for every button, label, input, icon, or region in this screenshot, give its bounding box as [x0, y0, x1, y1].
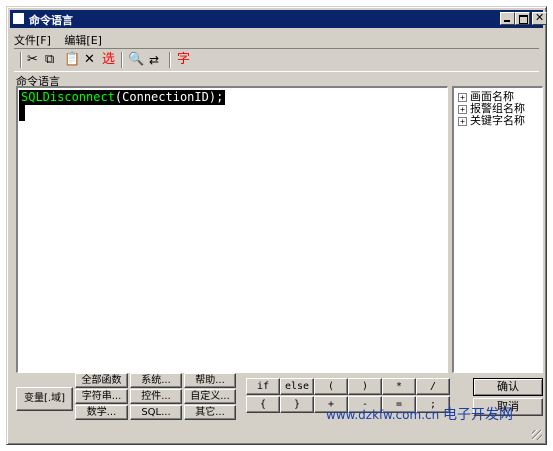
string-button[interactable]: 字符串... [75, 389, 128, 404]
code-line[interactable]: SQLDisconnect(ConnectionID); [19, 90, 226, 105]
close-icon: ✕ [535, 11, 545, 24]
custom-button[interactable]: 自定义... [184, 389, 236, 404]
toolbar-separator [169, 52, 171, 68]
sql-button[interactable]: SQL... [130, 405, 182, 420]
open-brace-button[interactable]: { [246, 396, 280, 413]
variable-button[interactable]: 变量[.域] [16, 387, 73, 411]
text-cursor [19, 105, 25, 121]
divide-button[interactable]: / [416, 378, 450, 395]
select-icon[interactable]: 选 [102, 53, 115, 67]
toolbar-separator [121, 52, 123, 68]
expand-icon[interactable]: + [458, 92, 467, 102]
expand-icon[interactable]: + [458, 116, 467, 126]
font-icon[interactable]: 字 [177, 53, 190, 67]
code-editor[interactable]: SQLDisconnect(ConnectionID); [16, 86, 448, 373]
copy-icon[interactable]: ⧉ [45, 53, 54, 67]
watermark: www.dzkfw.com.cn 电子开发网 [326, 404, 513, 424]
if-button[interactable]: if [246, 378, 280, 395]
menu-file[interactable]: 文件[F] [14, 34, 51, 47]
code-args: (ConnectionID); [114, 90, 224, 104]
menu-edit[interactable]: 编辑[E] [64, 34, 102, 47]
expand-icon[interactable]: + [458, 104, 467, 114]
toolbar: ✂ ⧉ 📋 ✕ 选 🔍 ⇄ 字 [14, 48, 539, 72]
system-button[interactable]: 系统... [130, 373, 182, 388]
name-tree[interactable]: + 画面名称 + 报警组名称 + 关键字名称 [452, 86, 543, 373]
open-paren-button[interactable]: ( [314, 378, 348, 395]
code-keyword: SQLDisconnect [21, 90, 115, 104]
resize-grip-icon[interactable] [532, 430, 542, 440]
toolbar-separator [20, 52, 22, 68]
tree-item-keyword-names[interactable]: + 关键字名称 [458, 115, 525, 127]
paste-icon[interactable]: 📋 [64, 53, 80, 67]
cut-icon[interactable]: ✂ [27, 53, 38, 67]
control-button[interactable]: 控件... [130, 389, 182, 404]
watermark-url: www.dzkfw.com.cn [326, 408, 440, 422]
window-icon [13, 13, 24, 24]
close-paren-button[interactable]: ) [348, 378, 382, 395]
title-bar[interactable]: 命令语言 ✕ [10, 10, 547, 28]
minimize-icon [504, 20, 510, 22]
window-title: 命令语言 [29, 14, 73, 27]
command-language-window: 命令语言 ✕ 文件[F] 编辑[E] ✂ ⧉ 📋 ✕ 选 🔍 ⇄ 字 命令语言 … [6, 6, 547, 445]
maximize-icon [519, 15, 528, 24]
help-button[interactable]: 帮助... [184, 373, 236, 388]
watermark-text: 电子开发网 [443, 407, 514, 423]
close-brace-button[interactable]: } [280, 396, 314, 413]
else-button[interactable]: else [280, 378, 314, 395]
other-button[interactable]: 其它... [184, 405, 236, 420]
find-icon[interactable]: 🔍 [128, 53, 144, 67]
multiply-button[interactable]: * [382, 378, 416, 395]
math-button[interactable]: 数学... [75, 405, 128, 420]
replace-icon[interactable]: ⇄ [149, 53, 159, 67]
minimize-button[interactable] [500, 12, 515, 25]
delete-icon[interactable]: ✕ [84, 53, 95, 67]
close-button[interactable]: ✕ [532, 12, 547, 25]
all-functions-button[interactable]: 全部函数 [75, 373, 128, 388]
menu-bar: 文件[F] 编辑[E] [14, 32, 112, 48]
maximize-button[interactable] [515, 12, 530, 25]
ok-button[interactable]: 确认 [473, 378, 543, 396]
